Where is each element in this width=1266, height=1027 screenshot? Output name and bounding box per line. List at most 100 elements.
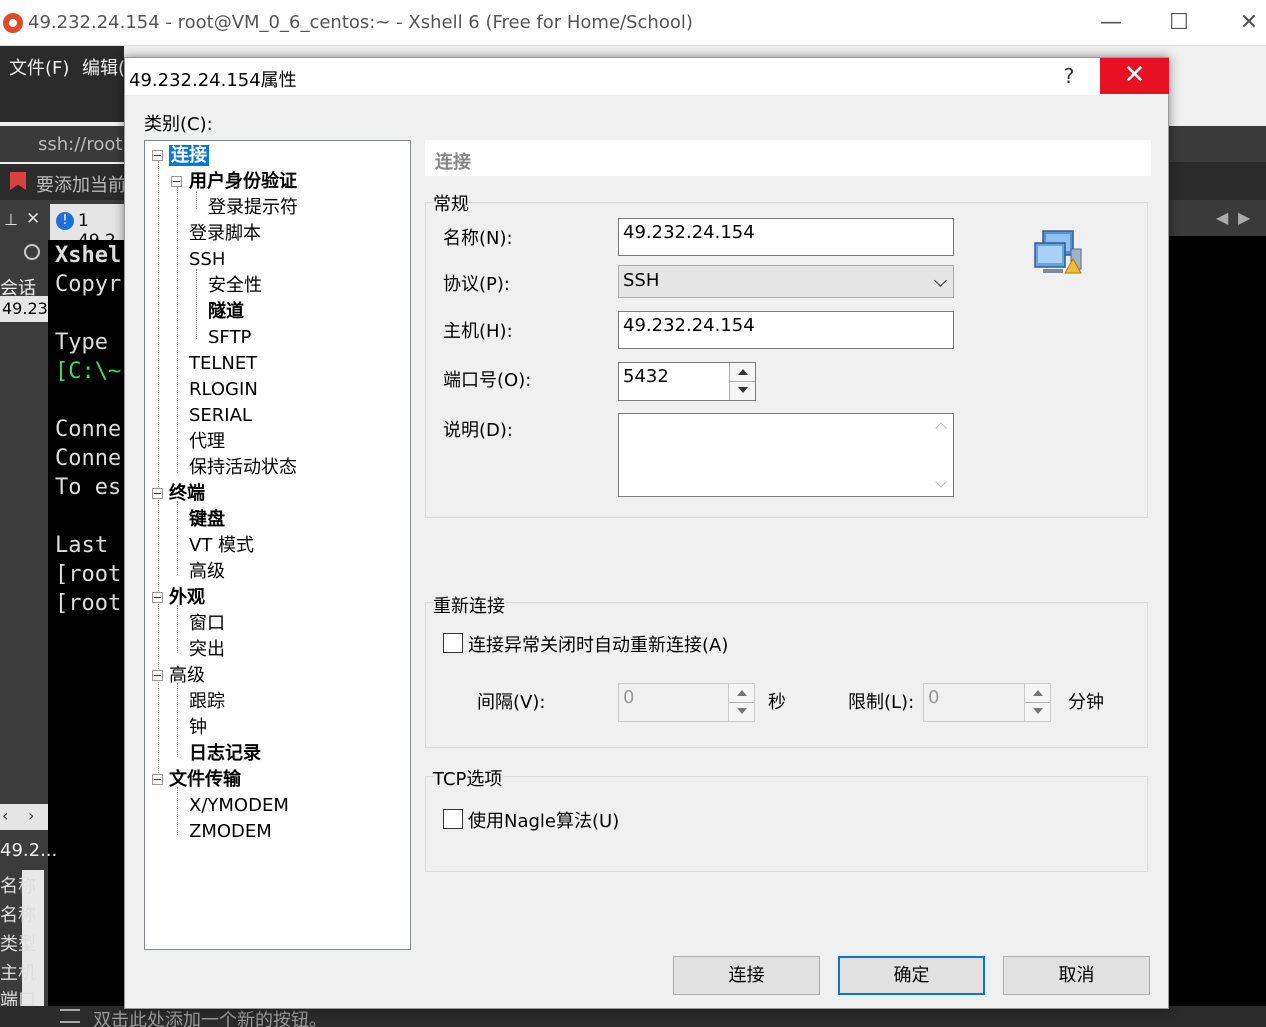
props-row: 类型 [0, 934, 36, 955]
terminal-line: Type [55, 330, 108, 355]
menu-edit[interactable]: 编辑( [82, 54, 125, 80]
cancel-button[interactable]: 取消 [1003, 956, 1150, 995]
status-text[interactable]: 双击此处添加一个新的按钮。 [93, 1006, 327, 1027]
tree-item-bell[interactable]: 钟 [189, 716, 207, 740]
description-textarea[interactable] [618, 413, 954, 497]
tree-line [177, 187, 178, 473]
tree-item-terminal-advanced[interactable]: 高级 [189, 560, 225, 584]
protocol-value: SSH [623, 270, 660, 291]
terminal-line: Copyr [55, 272, 122, 297]
host-input[interactable]: 49.232.24.154 [618, 311, 954, 349]
interval-input[interactable]: 0 [618, 683, 755, 722]
tree-expander[interactable] [152, 488, 163, 499]
tree-item-rlogin[interactable]: RLOGIN [189, 378, 258, 402]
port-input[interactable]: 5432 [618, 362, 756, 401]
interval-decrement-button[interactable] [729, 702, 754, 721]
dialog-close-button[interactable]: ✕ [1100, 58, 1169, 94]
minimize-button[interactable]: — [1094, 8, 1128, 38]
terminal-right [1168, 236, 1266, 1006]
tree-item-ssh[interactable]: SSH [189, 248, 225, 272]
tree-item-window[interactable]: 窗口 [189, 612, 225, 636]
ok-button[interactable]: 确定 [838, 956, 985, 995]
scroll-right-icon[interactable]: › [28, 806, 34, 825]
category-tree[interactable]: 连接 用户身份验证 登录提示符 登录脚本 SSH 安全性 隧道 SFTP TEL… [144, 140, 411, 950]
tree-item-advanced[interactable]: 高级 [169, 664, 205, 688]
props-title: 49.2... [0, 840, 58, 861]
scroll-left-icon[interactable]: ‹ [2, 806, 8, 825]
tree-item-proxy[interactable]: 代理 [189, 430, 225, 454]
pin-icon[interactable]: ⊥ [4, 210, 18, 229]
tree-item-label: SFTP [208, 327, 252, 348]
tree-item-label: 登录提示符 [208, 197, 298, 218]
tree-expander[interactable] [152, 592, 163, 603]
limit-input[interactable]: 0 [923, 683, 1051, 722]
menu-file[interactable]: 文件(F) [9, 54, 69, 80]
tree-line [177, 605, 178, 653]
pane-close-icon[interactable]: ✕ [26, 209, 40, 229]
session-item[interactable]: 49.232 [0, 296, 58, 322]
xshell-logo-icon [3, 13, 23, 33]
protocol-select[interactable]: SSH [618, 265, 954, 298]
tree-item-label: 用户身份验证 [189, 171, 297, 192]
tree-item-label: 突出 [189, 639, 225, 660]
menu-icon[interactable] [60, 1009, 80, 1023]
tree-item-auth[interactable]: 用户身份验证 [189, 170, 297, 194]
tree-item-security[interactable]: 安全性 [208, 274, 262, 298]
tree-expander[interactable] [171, 176, 182, 187]
tree-item-tunneling[interactable]: 隧道 [208, 300, 244, 324]
tree-item-keep-alive[interactable]: 保持活动状态 [189, 456, 297, 480]
session-tab[interactable]: ! 1 49.2 [50, 204, 124, 251]
tree-item-serial[interactable]: SERIAL [189, 404, 252, 428]
tab-scroll-left-icon[interactable]: ◀ [1216, 208, 1228, 227]
limit-decrement-button[interactable] [1025, 702, 1050, 721]
tree-item-xymodem[interactable]: X/YMODEM [189, 794, 289, 818]
name-input[interactable]: 49.232.24.154 [618, 218, 954, 256]
tree-item-login-prompts[interactable]: 登录提示符 [208, 196, 298, 220]
help-button[interactable]: ? [1057, 64, 1081, 90]
tree-item-terminal[interactable]: 终端 [169, 482, 205, 506]
auto-reconnect-checkbox[interactable] [443, 633, 463, 653]
tree-item-connection[interactable]: 连接 [169, 144, 209, 168]
tree-item-label: X/YMODEM [189, 795, 289, 816]
links-bar-right [1168, 162, 1266, 200]
terminal-line: [root [55, 591, 122, 616]
tree-item-file-transfer[interactable]: 文件传输 [169, 768, 241, 792]
tree-item-label: 终端 [169, 483, 205, 504]
tree-item-label: ZMODEM [189, 821, 272, 842]
limit-unit: 分钟 [1068, 692, 1104, 713]
port-increment-button[interactable] [730, 363, 755, 382]
tree-item-appearance[interactable]: 外观 [169, 586, 205, 610]
port-stepper [729, 363, 755, 400]
interval-increment-button[interactable] [729, 684, 754, 703]
search-icon[interactable] [24, 244, 40, 260]
tree-expander[interactable] [152, 670, 163, 681]
tree-item-keyboard[interactable]: 键盘 [189, 508, 225, 532]
tab-scroll-right-icon[interactable]: ▶ [1238, 208, 1250, 227]
tree-item-trace[interactable]: 跟踪 [189, 690, 225, 714]
nagle-checkbox[interactable] [443, 809, 463, 829]
props-row: 名称 [0, 876, 36, 897]
tree-expander[interactable] [152, 150, 163, 161]
tree-expander[interactable] [152, 774, 163, 785]
tree-item-login-scripts[interactable]: 登录脚本 [189, 222, 261, 246]
tree-item-vt-modes[interactable]: VT 模式 [189, 534, 254, 558]
description-scrollbar[interactable] [931, 414, 953, 496]
dialog-title: 49.232.24.154属性 [129, 70, 297, 91]
tree-item-label: RLOGIN [189, 379, 258, 400]
tree-item-highlight[interactable]: 突出 [189, 638, 225, 662]
app-close-button[interactable]: ✕ [1232, 8, 1266, 38]
tree-item-label: 跟踪 [189, 691, 225, 712]
maximize-button[interactable]: ☐ [1162, 8, 1196, 38]
tree-item-zmodem[interactable]: ZMODEM [189, 820, 272, 844]
tree-item-sftp[interactable]: SFTP [208, 326, 251, 350]
tree-item-logging[interactable]: 日志记录 [189, 742, 261, 766]
arrow-up-icon [738, 369, 748, 375]
connect-button[interactable]: 连接 [673, 956, 820, 995]
terminal-line: Conne [55, 417, 122, 442]
tree-item-telnet[interactable]: TELNET [189, 352, 257, 376]
limit-increment-button[interactable] [1025, 684, 1050, 703]
terminal-line: [root [55, 562, 122, 587]
port-decrement-button[interactable] [730, 381, 755, 400]
network-computers-icon [1034, 230, 1082, 274]
terminal[interactable]: Xshel Copyr Type [C:\~ Conne Conne To es… [48, 240, 124, 1010]
